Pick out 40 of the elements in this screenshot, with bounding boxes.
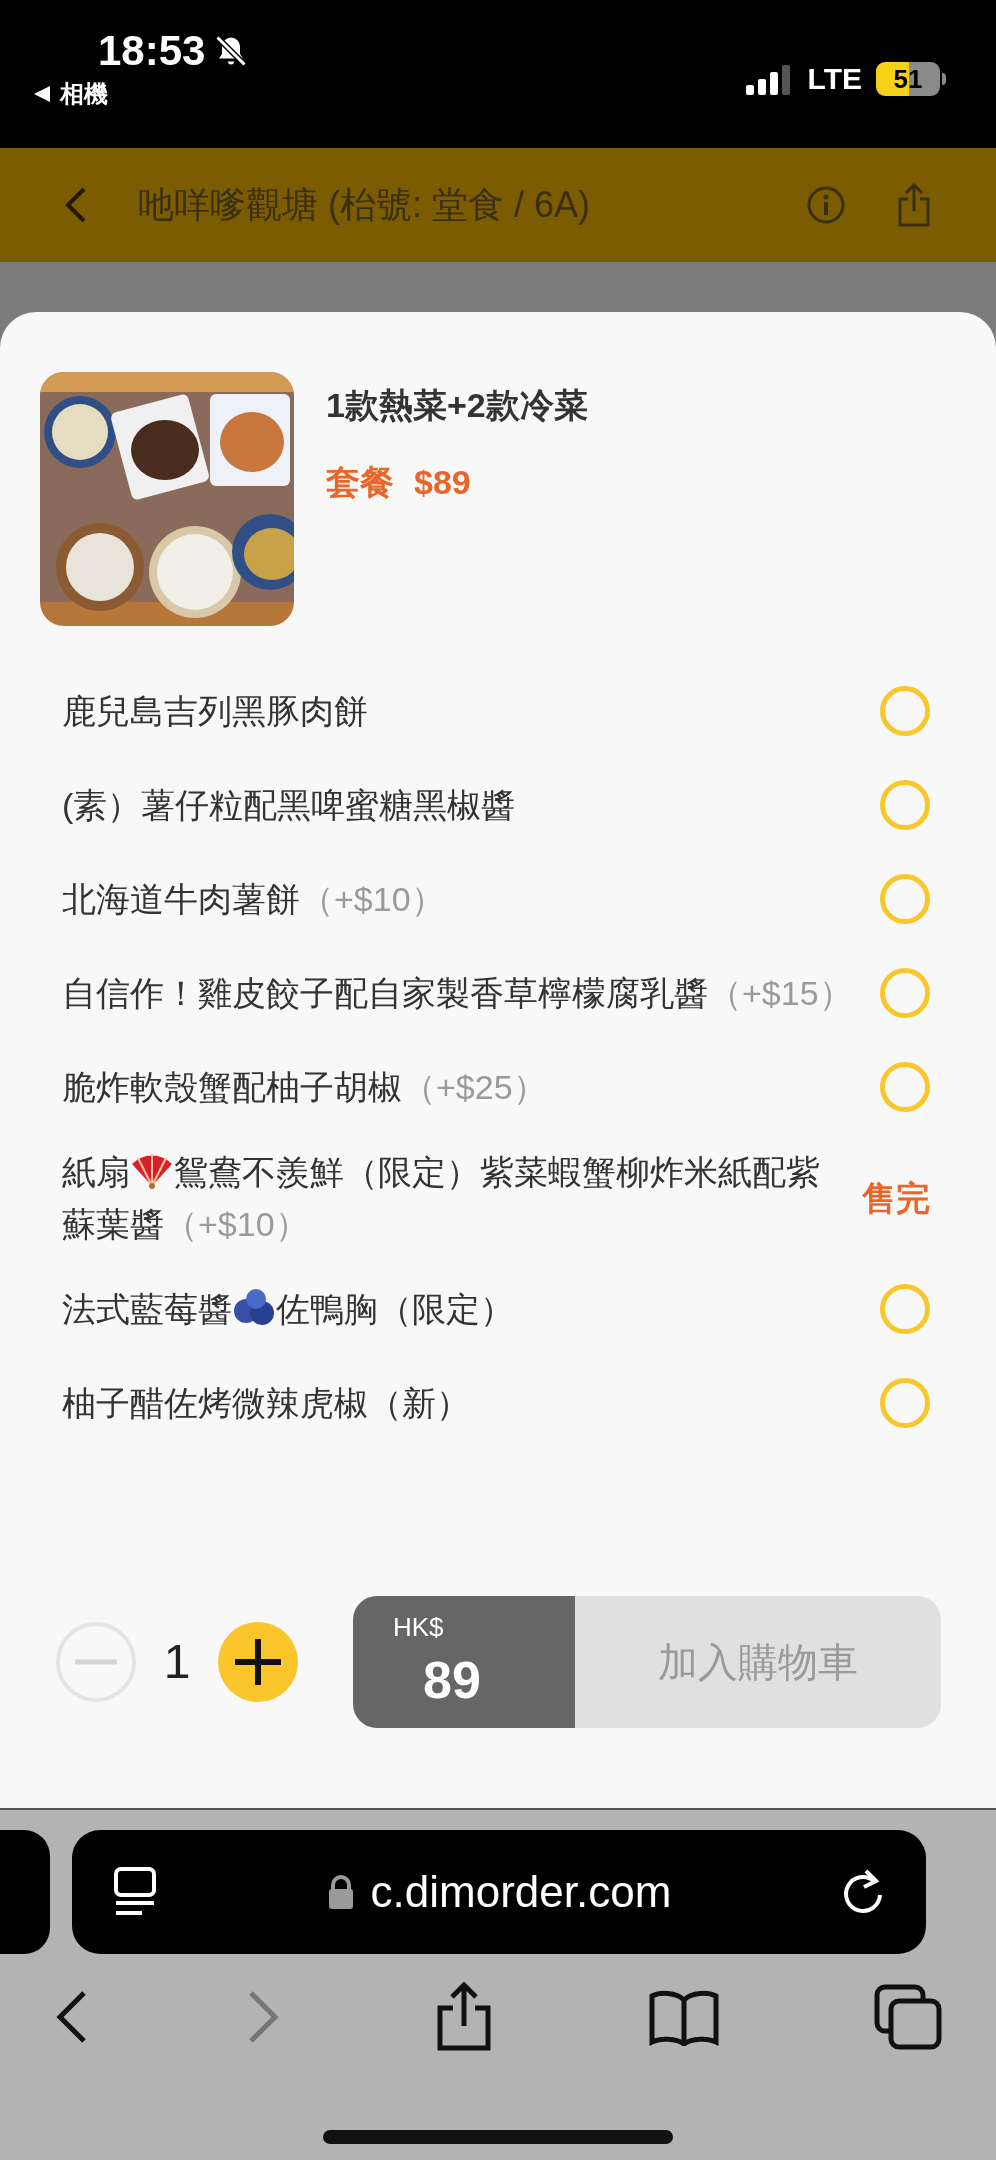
tab-preview[interactable] xyxy=(0,1830,50,1954)
page-title: 吔咩嗲觀塘 (枱號: 堂食 / 6A) xyxy=(138,183,592,227)
minus-button[interactable] xyxy=(55,1621,137,1703)
url-text: c.dimorder.com xyxy=(370,1866,672,1918)
product-name: 1款熱菜+2款冷菜 xyxy=(326,385,588,426)
option-label[interactable]: 鹿兒島吉列黑豚肉餅 xyxy=(62,685,860,737)
bookmarks-icon[interactable] xyxy=(647,1988,720,2046)
currency-label: HK$ xyxy=(393,1614,445,1640)
address-bar[interactable]: c.dimorder.com xyxy=(72,1830,926,1954)
option-label[interactable]: 自信作！雞皮餃子配自家製香草檸檬腐乳醬（+$15） xyxy=(62,967,860,1019)
radio-button[interactable] xyxy=(880,1062,930,1112)
option-label[interactable]: 紙扇 鴛鴦不羨鮮（限定）紫菜蝦蟹柳炸米紙配紫蘇葉醬（+$10） xyxy=(62,1146,842,1250)
option-label[interactable]: 柚子醋佐烤微辣虎椒（新） xyxy=(62,1377,860,1429)
radio-button[interactable] xyxy=(880,968,930,1018)
quantity: 1 xyxy=(162,1634,192,1690)
berries-icon xyxy=(232,1287,276,1327)
battery-indicator: 51 xyxy=(876,61,940,96)
radio-button[interactable] xyxy=(880,874,930,924)
back-app-link[interactable]: 相機 xyxy=(60,76,108,112)
network-label: LTE xyxy=(807,61,862,97)
option-label[interactable]: 法式藍莓醬 佐鴨胸（限定） xyxy=(62,1283,860,1335)
reader-icon[interactable] xyxy=(112,1866,158,1918)
price: $89 xyxy=(414,462,471,503)
option-label[interactable]: (素）薯仔粒配黑啤蜜糖黑椒醬 xyxy=(62,779,860,831)
back-triangle-icon[interactable] xyxy=(32,84,52,104)
radio-button[interactable] xyxy=(880,1284,930,1334)
option-label[interactable]: 脆炸軟殼蟹配柚子胡椒（+$25） xyxy=(62,1061,860,1113)
lock-icon xyxy=(326,1874,355,1910)
price-label: 套餐 xyxy=(326,462,394,503)
info-icon[interactable] xyxy=(806,185,846,225)
radio-button[interactable] xyxy=(880,1378,930,1428)
sold-out-label: 售完 xyxy=(862,1177,930,1219)
radio-button[interactable] xyxy=(880,780,930,830)
radio-button[interactable] xyxy=(880,686,930,736)
plus-button[interactable] xyxy=(217,1621,299,1703)
tabs-icon[interactable] xyxy=(874,1984,942,2050)
option-label[interactable]: 北海道牛肉薯餅（+$10） xyxy=(62,873,860,925)
total-price: 89 xyxy=(422,1654,482,1706)
clock-time: 18:53 xyxy=(98,30,206,72)
share-icon[interactable] xyxy=(435,1982,493,2052)
